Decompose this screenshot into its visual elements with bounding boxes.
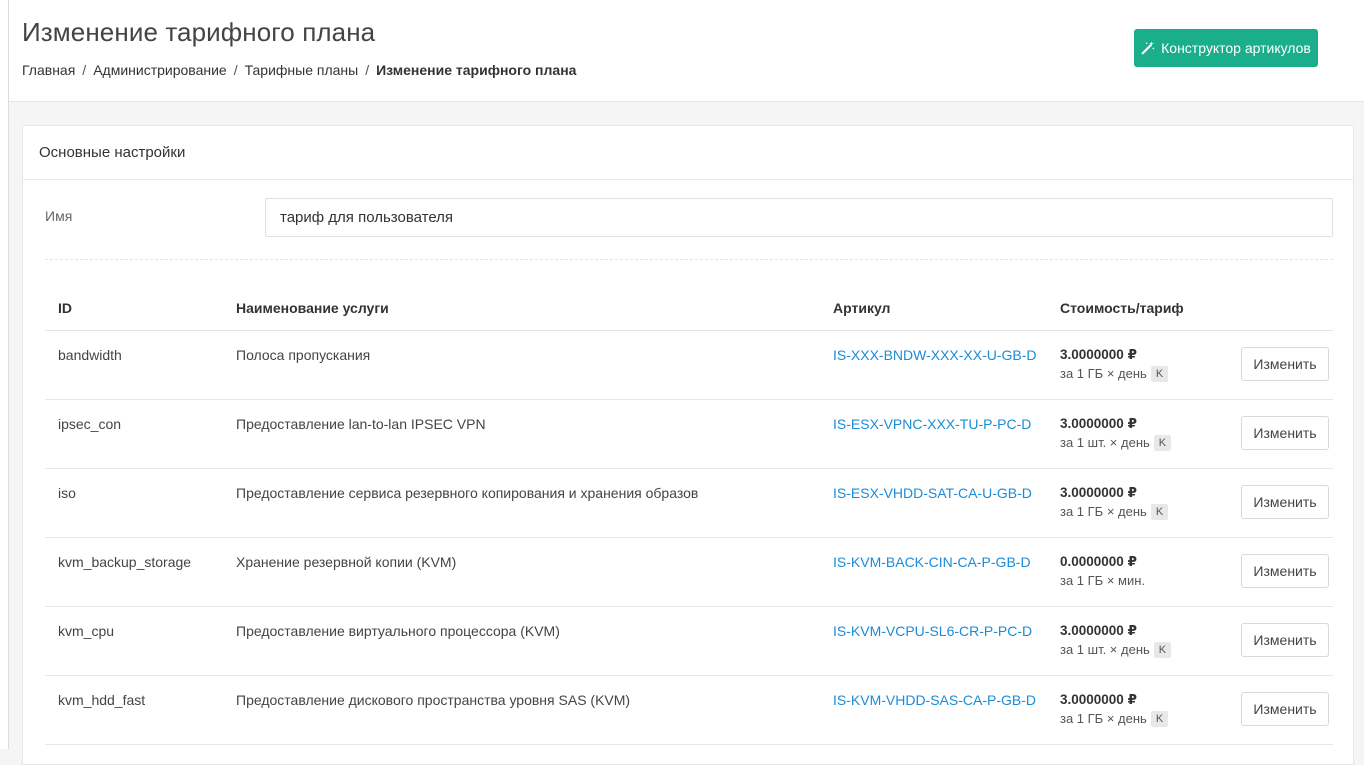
sku-cell: IS-ESX-VPNC-XXX-TU-P-PC-D bbox=[820, 399, 1047, 469]
main-settings-card: Основные настройки Имя ID Наименование у… bbox=[22, 125, 1354, 765]
price-unit: за 1 ГБ × день K bbox=[1060, 710, 1228, 727]
breadcrumb-home[interactable]: Главная bbox=[22, 62, 75, 78]
coefficient-badge: K bbox=[1153, 641, 1172, 658]
sku-link[interactable]: IS-KVM-VCPU-SL6-CR-P-PC-D bbox=[833, 623, 1032, 639]
action-cell: Изменить bbox=[1228, 468, 1333, 538]
name-label: Имя bbox=[45, 208, 73, 224]
coefficient-badge: K bbox=[1153, 434, 1172, 451]
page-header: Изменение тарифного плана Главная / Админи… bbox=[9, 0, 1364, 102]
price-cell: 3.0000000 ₽ за 1 ГБ × день K bbox=[1047, 675, 1228, 745]
edit-button[interactable]: Изменить bbox=[1241, 415, 1329, 450]
unit-text: за 1 шт. × день bbox=[1060, 642, 1150, 657]
card-header: Основные настройки bbox=[23, 126, 1353, 180]
table-row: iso Предоставление сервиса резервного ко… bbox=[45, 468, 1333, 538]
sku-builder-label: Конструктор артикулов bbox=[1161, 40, 1311, 56]
unit-text: за 1 ГБ × день bbox=[1060, 366, 1147, 381]
service-id: ipsec_con bbox=[45, 399, 223, 469]
table-row: kvm_backup_storage Хранение резервной ко… bbox=[45, 537, 1333, 607]
breadcrumb-administration[interactable]: Администрирование bbox=[93, 62, 227, 78]
price-cell: 3.0000000 ₽ за 1 ГБ × день K bbox=[1047, 468, 1228, 538]
edit-button[interactable]: Изменить bbox=[1241, 622, 1329, 657]
tariff-table: ID Наименование услуги Артикул Стоимость… bbox=[45, 286, 1333, 745]
price-value: 3.0000000 ₽ bbox=[1060, 415, 1137, 431]
service-id: kvm_cpu bbox=[45, 606, 223, 676]
sku-cell: IS-KVM-VHDD-SAS-CA-P-GB-D bbox=[820, 675, 1047, 745]
edit-button[interactable]: Изменить bbox=[1241, 553, 1329, 588]
column-header-id[interactable]: ID bbox=[45, 286, 223, 331]
column-header-actions bbox=[1228, 286, 1333, 331]
edit-button[interactable]: Изменить bbox=[1241, 484, 1329, 519]
service-id: kvm_hdd_fast bbox=[45, 675, 223, 745]
service-id: bandwidth bbox=[45, 330, 223, 400]
service-id: iso bbox=[45, 468, 223, 538]
action-cell: Изменить bbox=[1228, 399, 1333, 469]
sku-cell: IS-KVM-BACK-CIN-CA-P-GB-D bbox=[820, 537, 1047, 607]
unit-text: за 1 ГБ × мин. bbox=[1060, 572, 1146, 588]
table-row: kvm_cpu Предоставление виртуального проц… bbox=[45, 606, 1333, 676]
table-row: kvm_hdd_fast Предоставление дискового пр… bbox=[45, 675, 1333, 745]
breadcrumb: Главная / Администрирование / Тарифные планы… bbox=[22, 62, 577, 78]
sku-link[interactable]: IS-KVM-BACK-CIN-CA-P-GB-D bbox=[833, 554, 1031, 570]
sku-link[interactable]: IS-XXX-BNDW-XXX-XX-U-GB-D bbox=[833, 347, 1037, 363]
service-name: Предоставление сервиса резервного копиро… bbox=[223, 468, 820, 538]
left-frame-edge bbox=[0, 0, 9, 749]
price-unit: за 1 шт. × день K bbox=[1060, 641, 1228, 658]
sku-link[interactable]: IS-KVM-VHDD-SAS-CA-P-GB-D bbox=[833, 692, 1036, 708]
price-value: 3.0000000 ₽ bbox=[1060, 346, 1137, 362]
divider bbox=[45, 259, 1333, 260]
service-name: Хранение резервной копии (KVM) bbox=[223, 537, 820, 607]
name-row: Имя bbox=[23, 181, 1353, 259]
price-unit: за 1 шт. × день K bbox=[1060, 434, 1228, 451]
sku-cell: IS-KVM-VCPU-SL6-CR-P-PC-D bbox=[820, 606, 1047, 676]
service-id: kvm_backup_storage bbox=[45, 537, 223, 607]
column-header-price[interactable]: Стоимость/тариф bbox=[1047, 286, 1228, 331]
action-cell: Изменить bbox=[1228, 606, 1333, 676]
page-title: Изменение тарифного плана bbox=[22, 17, 376, 47]
coefficient-badge: K bbox=[1150, 503, 1169, 520]
table-row: ipsec_con Предоставление lan-to-lan IPSE… bbox=[45, 399, 1333, 469]
name-input[interactable] bbox=[265, 198, 1333, 237]
price-cell: 3.0000000 ₽ за 1 шт. × день K bbox=[1047, 606, 1228, 676]
edit-button[interactable]: Изменить bbox=[1241, 346, 1329, 381]
sku-link[interactable]: IS-ESX-VHDD-SAT-CA-U-GB-D bbox=[833, 485, 1032, 501]
unit-text: за 1 ГБ × день bbox=[1060, 711, 1147, 726]
sku-cell: IS-ESX-VHDD-SAT-CA-U-GB-D bbox=[820, 468, 1047, 538]
magic-wand-icon bbox=[1141, 41, 1155, 55]
price-value: 3.0000000 ₽ bbox=[1060, 484, 1137, 500]
price-value: 3.0000000 ₽ bbox=[1060, 622, 1137, 638]
unit-text: за 1 ГБ × день bbox=[1060, 504, 1147, 519]
tariff-rows: bandwidth Полоса пропускания IS-XXX-BNDW… bbox=[45, 330, 1333, 745]
breadcrumb-tariff-plans[interactable]: Тарифные планы bbox=[245, 62, 359, 78]
price-value: 3.0000000 ₽ bbox=[1060, 691, 1137, 707]
coefficient-badge: K bbox=[1150, 365, 1169, 382]
price-cell: 3.0000000 ₽ за 1 ГБ × день K bbox=[1047, 330, 1228, 400]
column-header-service-name[interactable]: Наименование услуги bbox=[223, 286, 820, 331]
sku-link[interactable]: IS-ESX-VPNC-XXX-TU-P-PC-D bbox=[833, 416, 1031, 432]
action-cell: Изменить bbox=[1228, 330, 1333, 400]
sku-builder-button[interactable]: Конструктор артикулов bbox=[1134, 29, 1318, 67]
price-unit: за 1 ГБ × день K bbox=[1060, 365, 1228, 382]
price-cell: 3.0000000 ₽ за 1 шт. × день K bbox=[1047, 399, 1228, 469]
price-unit: за 1 ГБ × мин. bbox=[1060, 573, 1228, 588]
price-unit: за 1 ГБ × день K bbox=[1060, 503, 1228, 520]
table-row: bandwidth Полоса пропускания IS-XXX-BNDW… bbox=[45, 330, 1333, 400]
service-name: Предоставление дискового пространства ур… bbox=[223, 675, 820, 745]
service-name: Предоставление lan-to-lan IPSEC VPN bbox=[223, 399, 820, 469]
coefficient-badge: K bbox=[1150, 710, 1169, 727]
unit-text: за 1 шт. × день bbox=[1060, 435, 1150, 450]
edit-button[interactable]: Изменить bbox=[1241, 691, 1329, 726]
service-name: Предоставление виртуального процессора (… bbox=[223, 606, 820, 676]
service-name: Полоса пропускания bbox=[223, 330, 820, 400]
table-header-row: ID Наименование услуги Артикул Стоимость… bbox=[45, 286, 1333, 331]
action-cell: Изменить bbox=[1228, 537, 1333, 607]
column-header-sku[interactable]: Артикул bbox=[820, 286, 1047, 331]
sku-cell: IS-XXX-BNDW-XXX-XX-U-GB-D bbox=[820, 330, 1047, 400]
action-cell: Изменить bbox=[1228, 675, 1333, 745]
price-value: 0.0000000 ₽ bbox=[1060, 553, 1137, 569]
section-title: Основные настройки bbox=[39, 144, 186, 161]
breadcrumb-current: Изменение тарифного плана bbox=[376, 62, 577, 78]
price-cell: 0.0000000 ₽ за 1 ГБ × мин. bbox=[1047, 537, 1228, 607]
